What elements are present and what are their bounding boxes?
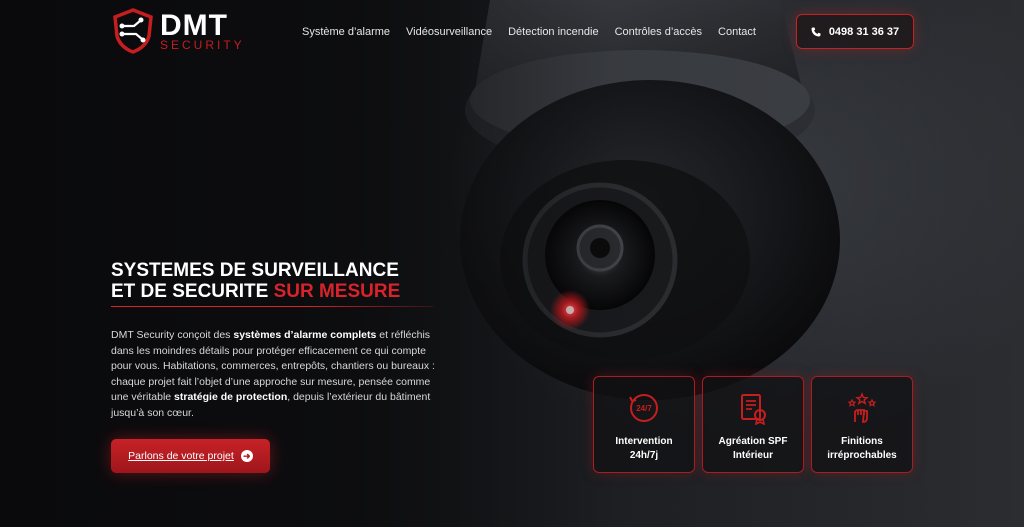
hand-stars-icon	[847, 392, 877, 423]
feature-card-intervention: 24/7 Intervention 24h/7j	[593, 376, 695, 473]
cta-contact-button[interactable]: Parlons de votre projet ➜	[111, 439, 270, 473]
hero-divider	[111, 306, 433, 307]
feature-agreation-line1: Agréation SPF	[718, 436, 788, 447]
hero-title: SYSTEMES DE SURVEILLANCE ET DE SECURITE …	[111, 260, 400, 302]
feature-agreation-line2: Intérieur	[732, 450, 773, 461]
shield-circuit-icon	[113, 8, 153, 54]
clock-24-7-text: 24/7	[636, 404, 652, 413]
nav-item-contact[interactable]: Contact	[718, 26, 756, 38]
hero-title-line1: SYSTEMES DE SURVEILLANCE	[111, 260, 399, 281]
feature-intervention-line1: Intervention	[615, 436, 673, 447]
phone-icon	[811, 27, 821, 36]
brand-tagline: SECURITY	[160, 38, 245, 52]
site-header: DMT SECURITY Système d’alarme Vidéosurve…	[0, 0, 1024, 64]
brand-name: DMT	[160, 9, 228, 42]
phone-number: 0498 31 36 37	[828, 25, 900, 38]
phone-button[interactable]: 0498 31 36 37	[796, 14, 914, 49]
nav-item-alarme[interactable]: Système d’alarme	[302, 26, 390, 38]
feature-finitions-line2: irréprochables	[827, 450, 897, 461]
certificate-icon	[741, 394, 766, 425]
clock-24-7-icon: 24/7	[629, 394, 658, 422]
desc-bold2: stratégie de protection	[174, 391, 288, 403]
main-nav: Système d’alarme Vidéosurveillance Détec…	[302, 26, 756, 38]
nav-item-videosurveillance[interactable]: Vidéosurveillance	[406, 26, 492, 38]
desc-bold1: systèmes d’alarme complets	[233, 329, 377, 341]
nav-item-detection-incendie[interactable]: Détection incendie	[508, 26, 599, 38]
feature-card-agreation: Agréation SPF Intérieur	[702, 376, 804, 473]
arrow-right-icon: ➜	[240, 450, 253, 462]
cta-label: Parlons de votre projet	[128, 450, 234, 462]
brand-logo[interactable]: DMT SECURITY	[112, 8, 245, 54]
hero-description: DMT Security conçoit des systèmes d’alar…	[111, 328, 441, 421]
hero-title-accent: SUR MESURE	[273, 281, 401, 302]
desc-part1: DMT Security conçoit des	[111, 329, 234, 341]
feature-finitions-line1: Finitions	[841, 436, 883, 447]
feature-card-finitions: Finitions irréprochables	[811, 376, 913, 473]
hero-title-line2: ET DE SECURITE	[111, 281, 274, 302]
nav-item-controles-acces[interactable]: Contrôles d’accès	[615, 26, 702, 38]
feature-intervention-line2: 24h/7j	[629, 450, 659, 461]
